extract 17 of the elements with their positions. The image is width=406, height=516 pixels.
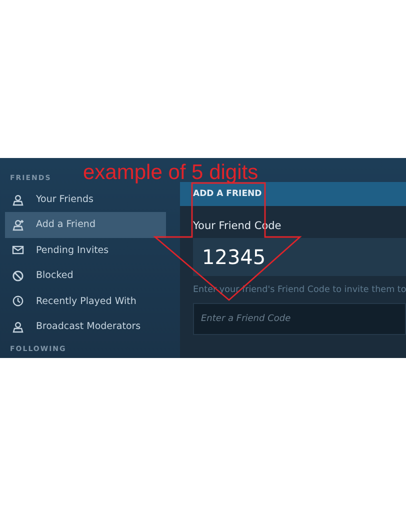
friend-code: 12345 — [193, 238, 406, 276]
envelope-icon — [12, 244, 24, 256]
clock-icon — [12, 295, 24, 308]
sidebar-item[interactable]: Broadcast Moderators — [5, 314, 166, 340]
person-icon — [12, 194, 24, 206]
friend-code-input[interactable]: Enter a Friend Code — [193, 303, 406, 335]
sidebar-item[interactable]: Add a Friend — [5, 212, 166, 238]
person-icon — [12, 320, 24, 333]
person-add-icon — [12, 218, 24, 231]
sidebar-item[interactable]: Your Friends — [5, 186, 166, 212]
panel-header: ADD A FRIEND — [180, 182, 406, 206]
annotation-text: example of 5 digits — [83, 161, 258, 185]
sidebar-item[interactable]: Recently Played With — [5, 288, 166, 314]
sidebar-item[interactable]: Pending Invites — [5, 238, 166, 264]
blocked-icon — [12, 270, 24, 282]
hint-text: Enter your friend's Friend Code to invite them to — [193, 285, 406, 295]
sidebar-item[interactable]: Blocked — [5, 263, 166, 288]
